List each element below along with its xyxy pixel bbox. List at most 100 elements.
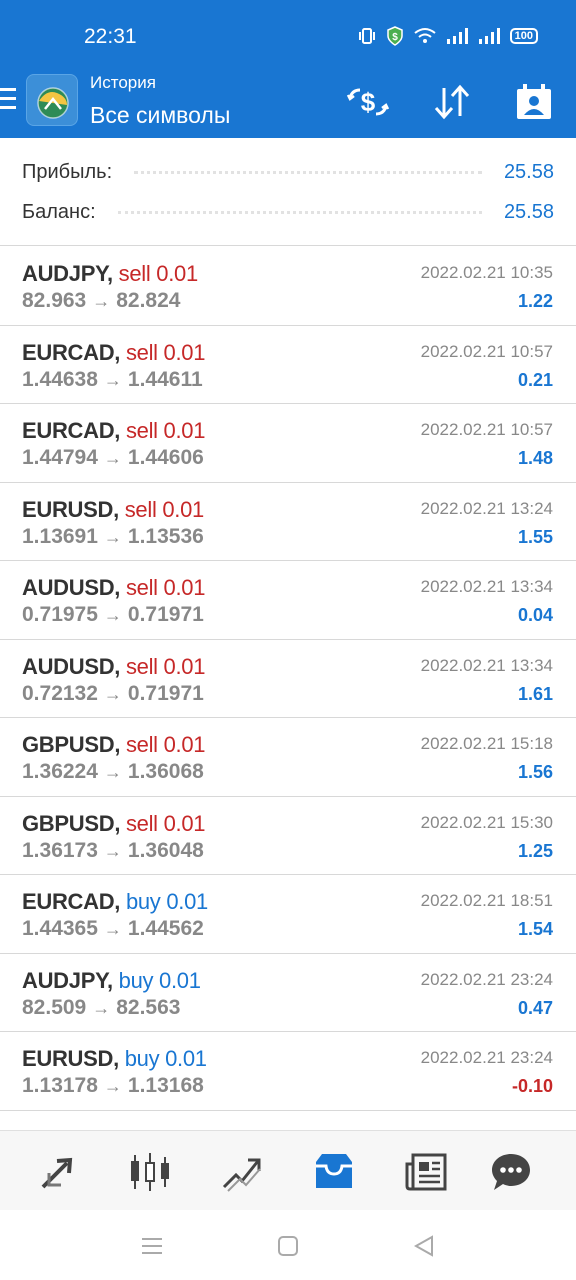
deal-row[interactable]: GBPUSD, sell 0.01 1.36173 → 1.36048 2022.02.… — [0, 797, 576, 875]
system-nav — [0, 1210, 576, 1280]
open-price: 1.36224 — [22, 760, 98, 783]
dotted-leader — [134, 170, 482, 174]
deal-profit: 1.54 — [517, 919, 553, 939]
deal-action: sell 0.01 — [118, 261, 199, 286]
nav-chat[interactable] — [488, 1149, 534, 1195]
arrow-right-icon: → — [103, 1076, 122, 1096]
arrow-right-icon: → — [103, 683, 122, 704]
deal-row[interactable]: AUDUSD, sell 0.01 0.71975 → 0.71971 2022.02.… — [0, 561, 576, 640]
open-price: 0.72132 — [22, 681, 98, 705]
profit-label: Прибыль: — [22, 160, 113, 183]
deal-prices: 1.13691 → 1.13536 — [22, 525, 204, 549]
deal-row[interactable]: AUDUSD, sell 0.01 0.72132 → 0.71971 2022.02.… — [0, 640, 576, 718]
deal-list[interactable]: AUDJPY, sell 0.01 82.963 → 82.824 2022.02.21… — [0, 247, 576, 1130]
currency-exchange-button[interactable]: $ — [344, 78, 392, 126]
wifi-icon — [414, 28, 436, 43]
deal-symbol: AUDUSD, — [22, 653, 121, 679]
bottom-nav — [0, 1130, 576, 1210]
open-price: 1.36173 — [22, 838, 98, 862]
deal-action: buy 0.01 — [124, 1046, 207, 1071]
deal-symbol-line: AUDUSD, sell 0.01 — [22, 654, 205, 680]
deal-row[interactable]: EURUSD, buy 0.01 1.13178 → 1.13168 2022.02.2… — [0, 1032, 576, 1111]
quotes-icon — [41, 1157, 73, 1189]
close-price: 1.44611 — [127, 367, 203, 391]
close-price: 1.13536 — [127, 524, 204, 548]
close-price: 1.13168 — [127, 1074, 204, 1097]
deal-prices: 82.509 → 82.563 — [22, 996, 180, 1020]
deal-prices: 1.44794 → 1.44606 — [22, 446, 204, 470]
deal-symbol: AUDUSD, — [22, 575, 121, 600]
deal-profit: 0.47 — [517, 997, 553, 1018]
deal-time: 2022.02.21 23:24 — [420, 1048, 553, 1067]
deal-row[interactable]: AUDJPY, buy 0.01 82.509 → 82.563 2022.02.21 … — [0, 954, 576, 1032]
deal-action: sell 0.01 — [125, 339, 206, 365]
deal-action: sell 0.01 — [125, 575, 206, 600]
deal-symbol: AUDJPY, — [22, 261, 113, 286]
deal-profit: -0.10 — [511, 1076, 553, 1096]
deal-symbol: EURUSD, — [22, 496, 119, 522]
arrow-right-icon: → — [103, 526, 122, 547]
arrow-right-icon: → — [103, 369, 122, 390]
close-price: 1.36048 — [127, 838, 204, 862]
deal-symbol-line: EURCAD, sell 0.01 — [22, 418, 205, 444]
deal-prices: 0.71975 → 0.71971 — [22, 603, 204, 627]
arrow-right-icon: → — [103, 919, 122, 939]
deal-profit: 1.55 — [517, 526, 553, 547]
deal-symbol: GBPUSD, — [22, 732, 121, 757]
deal-row[interactable]: EURCAD, sell 0.01 1.44638 → 1.44611 2022.02.… — [0, 326, 576, 404]
deal-time: 2022.02.21 15:18 — [420, 734, 553, 753]
deal-action: sell 0.01 — [125, 810, 206, 836]
open-price: 1.44794 — [22, 446, 98, 469]
back-triangle-icon — [413, 1235, 433, 1257]
chat-icon — [492, 1154, 530, 1190]
currency-exchange-icon: $ — [346, 87, 390, 117]
status-time: 22:31 — [84, 25, 137, 48]
deal-row[interactable]: AUDJPY, sell 0.01 82.963 → 82.824 2022.02.21… — [0, 247, 576, 326]
deal-row[interactable]: EURCAD, sell 0.01 1.44794 → 1.44606 2022.02.… — [0, 404, 576, 483]
history-icon — [316, 1154, 352, 1188]
app-subtitle: История — [90, 73, 156, 92]
deal-symbol-line: AUDJPY, buy 0.01 — [22, 968, 201, 994]
arrow-right-icon: → — [103, 762, 122, 782]
arrow-right-icon: → — [92, 997, 111, 1018]
signal-icon — [446, 28, 468, 44]
app-title[interactable]: Все символы — [90, 102, 230, 129]
menu-icon[interactable] — [0, 88, 18, 114]
nav-trade[interactable] — [219, 1149, 265, 1195]
open-price: 1.44365 — [22, 917, 98, 940]
arrow-right-icon: → — [103, 448, 122, 468]
deal-symbol-line: GBPUSD, sell 0.01 — [22, 810, 206, 837]
deal-symbol-line: EURUSD, buy 0.01 — [22, 1046, 207, 1072]
sort-button[interactable] — [428, 78, 476, 126]
deal-time: 2022.02.21 13:24 — [420, 498, 553, 518]
deal-symbol-line: AUDUSD, sell 0.01 — [22, 575, 205, 601]
news-icon — [405, 1153, 447, 1191]
deal-row[interactable]: EURUSD, sell 0.01 1.13691 → 1.13536 2022.02.… — [0, 483, 576, 561]
recents-button[interactable] — [140, 1234, 164, 1258]
deal-symbol: EURCAD, — [22, 339, 121, 365]
deal-profit: 1.25 — [517, 840, 553, 861]
home-button[interactable] — [276, 1234, 300, 1258]
sort-icon — [434, 84, 470, 120]
nav-news[interactable] — [403, 1149, 449, 1195]
profit-row: Прибыль: 25.58 — [22, 157, 554, 187]
calendar-button[interactable] — [510, 78, 558, 126]
deal-prices: 1.44638 → 1.44611 — [22, 368, 203, 392]
balance-row: Баланс: 25.58 — [22, 197, 554, 227]
deal-row[interactable]: EURCAD, buy 0.01 1.44365 → 1.44562 2022.02.2… — [0, 875, 576, 954]
nav-history[interactable] — [311, 1149, 357, 1195]
status-icons: $ 100 — [358, 26, 538, 46]
open-price: 82.963 — [22, 289, 87, 312]
nav-chart[interactable] — [127, 1149, 173, 1195]
close-price: 82.563 — [116, 995, 181, 1019]
deal-symbol: EURCAD, — [22, 418, 121, 443]
back-button[interactable] — [412, 1234, 436, 1258]
close-price: 82.824 — [116, 289, 181, 312]
dotted-leader — [117, 210, 482, 214]
svg-text:$: $ — [361, 87, 376, 117]
deal-row[interactable]: GBPUSD, sell 0.01 1.36224 → 1.36068 2022.02.… — [0, 718, 576, 797]
deal-action: sell 0.01 — [124, 496, 205, 522]
deal-time: 2022.02.21 10:57 — [420, 420, 553, 439]
nav-quotes[interactable] — [35, 1149, 81, 1195]
deal-profit: 1.22 — [517, 291, 553, 311]
